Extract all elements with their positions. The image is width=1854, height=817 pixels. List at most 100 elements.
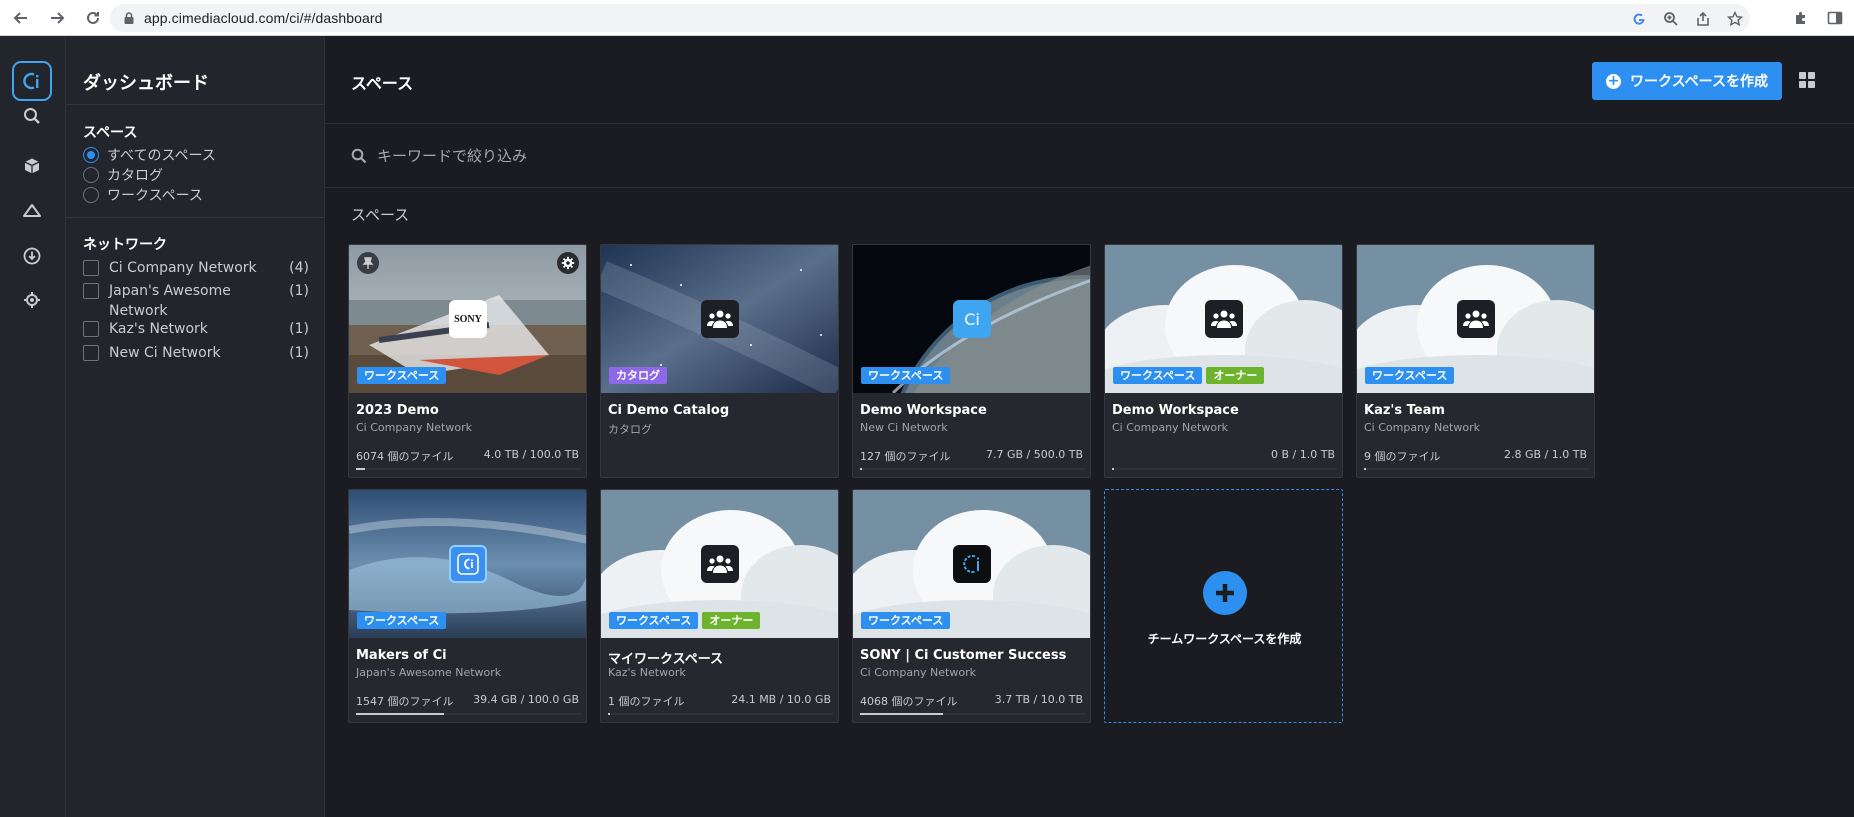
- network-filter-item[interactable]: New Ci Network (1): [83, 343, 309, 363]
- address-bar[interactable]: app.cimediacloud.com/ci/#/dashboard: [110, 4, 1750, 32]
- space-card[interactable]: ワークスペース SONY | Ci Customer Success Ci Co…: [852, 489, 1091, 723]
- main-content: スペース + ワークスペースを作成 スペース: [325, 36, 1854, 817]
- card-thumbnail: ワークスペース オーナー: [601, 490, 838, 638]
- card-storage: 2.8 GB / 1.0 TB: [1503, 448, 1587, 461]
- create-team-workspace-card[interactable]: チームワークスペースを作成: [1104, 489, 1343, 723]
- card-file-count: 1547 個のファイル: [356, 695, 454, 708]
- radio[interactable]: [83, 167, 99, 183]
- card-thumbnail: ワークスペース: [349, 490, 586, 638]
- card-network: Ci Company Network: [1112, 421, 1228, 434]
- checkbox[interactable]: [83, 260, 99, 276]
- google-icon[interactable]: [1630, 10, 1648, 28]
- network-name: New Ci Network: [109, 345, 221, 361]
- ci-logo: Ci: [953, 300, 991, 338]
- card-title: Makers of Ci: [356, 648, 447, 663]
- filter-label: すべてのスペース: [107, 148, 216, 164]
- card-title: Ci Demo Catalog: [608, 403, 730, 418]
- storage-usage-bar: [1364, 468, 1589, 470]
- url-text: app.cimediacloud.com/ci/#/dashboard: [144, 10, 383, 26]
- network-filter-item[interactable]: Japan's Awesome Network (1): [83, 281, 309, 321]
- team-icon: [1205, 300, 1243, 338]
- team-icon: [1457, 300, 1495, 338]
- grid-view-icon[interactable]: [1799, 72, 1815, 88]
- space-card[interactable]: SONY ワークスペース 2023 Demo Ci Company Networ…: [348, 244, 587, 478]
- cube-icon[interactable]: [20, 154, 44, 178]
- zoom-icon[interactable]: [1662, 10, 1680, 28]
- sidebar-title: ダッシュボード: [83, 73, 209, 94]
- spaces-filter-heading: スペース: [83, 125, 138, 141]
- card-thumbnail: カタログ: [601, 245, 838, 393]
- card-storage: 7.7 GB / 500.0 TB: [985, 448, 1083, 461]
- download-icon[interactable]: [20, 244, 44, 268]
- workspace-tag: ワークスペース: [1113, 367, 1203, 384]
- card-network: Ci Company Network: [1364, 421, 1480, 434]
- card-network: Ci Company Network: [356, 421, 472, 434]
- create-workspace-button[interactable]: + ワークスペースを作成: [1592, 62, 1782, 100]
- share-icon[interactable]: [1694, 10, 1712, 28]
- extensions-icon[interactable]: [1792, 9, 1810, 27]
- sony-logo-text: SONY: [454, 313, 482, 325]
- filter-workspace[interactable]: ワークスペース: [83, 185, 203, 205]
- space-card[interactable]: ワークスペース オーナー Demo Workspace Ci Company N…: [1104, 244, 1343, 478]
- cloud-upload-icon[interactable]: [20, 199, 44, 223]
- space-card[interactable]: Ci ワークスペース Demo Workspace New Ci Network…: [852, 244, 1091, 478]
- network-count: (4): [289, 260, 309, 276]
- network-filter-item[interactable]: Ci Company Network (4): [83, 258, 309, 278]
- radio[interactable]: [83, 187, 99, 203]
- storage-usage-fill: [356, 713, 444, 715]
- space-card[interactable]: カタログ Ci Demo Catalog カタログ: [600, 244, 839, 478]
- storage-usage-bar: [608, 713, 833, 715]
- network-name: Ci Company Network: [109, 260, 257, 276]
- target-icon[interactable]: [20, 288, 44, 312]
- filter-sidebar: ダッシュボード スペース すべてのスペース カタログ ワークスペース ネットワー…: [66, 36, 325, 817]
- side-panel-icon[interactable]: [1826, 9, 1844, 27]
- catalog-tag: カタログ: [609, 367, 667, 384]
- checkbox[interactable]: [83, 283, 99, 299]
- network-count: (1): [289, 283, 309, 299]
- ci-logo: [953, 545, 991, 583]
- workspace-tag: ワークスペース: [1365, 367, 1455, 384]
- network-filter-item[interactable]: Kaz's Network (1): [83, 319, 309, 339]
- filter-all-spaces[interactable]: すべてのスペース: [83, 145, 216, 165]
- radio-checked[interactable]: [83, 147, 99, 163]
- card-storage: 24.1 MB / 10.0 GB: [731, 693, 831, 706]
- card-thumbnail: ワークスペース: [1357, 245, 1594, 393]
- star-icon[interactable]: [1726, 10, 1744, 28]
- workspace-tag: ワークスペース: [861, 367, 951, 384]
- workspace-tag: ワークスペース: [861, 612, 951, 629]
- filter-catalog[interactable]: カタログ: [83, 165, 163, 185]
- create-workspace-label: ワークスペースを作成: [1630, 74, 1768, 90]
- search-icon[interactable]: [20, 104, 44, 128]
- pin-icon[interactable]: [357, 252, 379, 274]
- search-bar: [325, 124, 1854, 188]
- space-card[interactable]: ワークスペース オーナー マイワークスペース Kaz's Network 1 個…: [600, 489, 839, 723]
- storage-usage-bar: [860, 713, 1085, 715]
- space-card[interactable]: ワークスペース Kaz's Team Ci Company Network 9 …: [1356, 244, 1595, 478]
- filter-label: カタログ: [107, 168, 163, 184]
- back-icon[interactable]: [6, 3, 36, 33]
- storage-usage-fill: [860, 468, 863, 470]
- reload-icon[interactable]: [78, 3, 108, 33]
- card-title: SONY | Ci Customer Success: [860, 648, 1067, 663]
- gear-icon[interactable]: [557, 252, 579, 274]
- network-filter-heading: ネットワーク: [83, 237, 167, 253]
- space-card[interactable]: ワークスペース Makers of Ci Japan's Awesome Net…: [348, 489, 587, 723]
- card-file-count: 6074 個のファイル: [356, 450, 454, 463]
- forward-icon[interactable]: [42, 3, 72, 33]
- checkbox[interactable]: [83, 321, 99, 337]
- card-thumbnail: ワークスペース オーナー: [1105, 245, 1342, 393]
- page-title: スペース: [351, 74, 414, 93]
- card-thumbnail: ワークスペース: [853, 490, 1090, 638]
- icon-rail: [0, 36, 66, 817]
- storage-usage-fill: [1364, 468, 1367, 470]
- card-title: 2023 Demo: [356, 403, 439, 418]
- ci-logo-icon[interactable]: [12, 61, 52, 101]
- card-title: Kaz's Team: [1364, 403, 1445, 418]
- card-file-count: 9 個のファイル: [1364, 450, 1441, 463]
- card-storage: 0 B / 1.0 TB: [1271, 448, 1335, 461]
- network-count: (1): [289, 345, 309, 361]
- owner-tag: オーナー: [702, 612, 761, 629]
- search-input[interactable]: [377, 142, 1077, 170]
- ci-logo: [449, 545, 487, 583]
- checkbox[interactable]: [83, 345, 99, 361]
